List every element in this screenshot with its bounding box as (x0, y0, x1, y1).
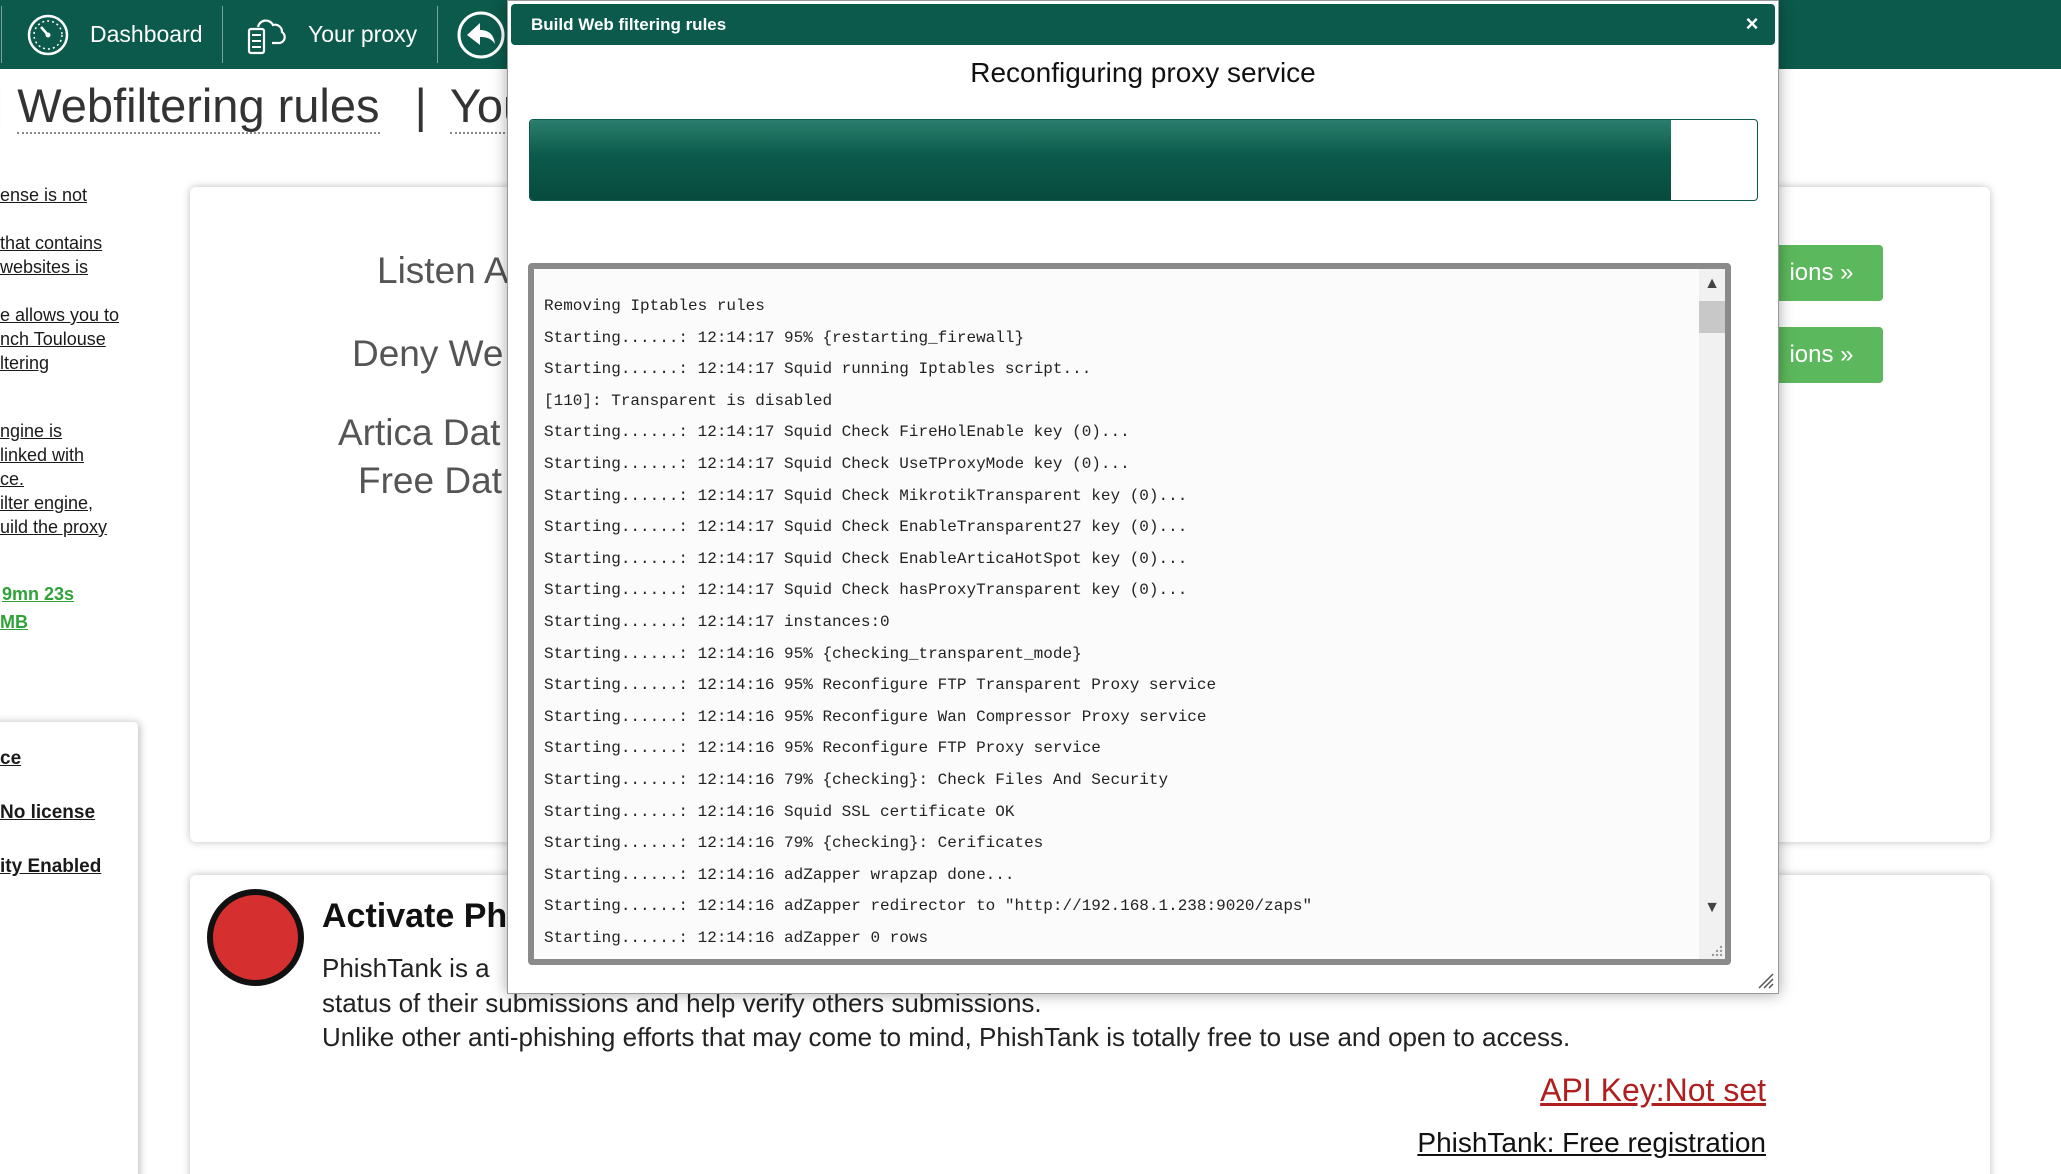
page-title: | Webfiltering rules | You (0, 78, 530, 138)
phishtank-description: PhishTank is a (322, 953, 490, 983)
log-line: Starting......: 12:14:17 Squid running I… (544, 360, 1092, 379)
close-icon[interactable]: × (1741, 13, 1763, 35)
dialog-heading: Reconfiguring proxy service (970, 57, 1316, 88)
title-separator: | (0, 79, 17, 132)
nav-dashboard[interactable]: Dashboard (26, 0, 203, 69)
scrollbar-thumb[interactable] (1699, 301, 1725, 333)
phishtank-status-indicator (207, 889, 304, 986)
log-line: Starting......: 12:14:16 adZapper wrapza… (544, 865, 1015, 884)
listen-address-label: Listen A (377, 250, 509, 291)
title-separator: | (414, 79, 427, 132)
sidebar-info-link[interactable]: that contains (0, 233, 102, 254)
phishtank-title: Activate Ph (322, 897, 508, 935)
nav-your-proxy-label: Your proxy (308, 21, 418, 47)
resize-grip-icon[interactable] (1709, 943, 1723, 957)
log-line: Starting......: 12:14:17 instances:0 (544, 612, 890, 631)
build-rules-dialog: Build Web filtering rules × Reconfigurin… (507, 0, 1779, 994)
nav-separator (222, 6, 223, 63)
log-line: Starting......: 12:14:16 95% Reconfigure… (544, 739, 1101, 758)
log-line: Starting......: 12:14:16 95% Reconfigure… (544, 707, 1207, 726)
nav-separator (437, 6, 438, 63)
dialog-resize-handle-icon[interactable] (1757, 972, 1775, 990)
free-registration-link[interactable]: PhishTank: Free registration (1417, 1127, 1766, 1159)
log-output-textarea[interactable]: Removing Iptables rules Starting......: 1… (528, 263, 1731, 965)
log-line: Starting......: 12:14:16 95% Reconfigure… (544, 676, 1217, 695)
sidebar-info-link[interactable]: e allows you to (0, 305, 119, 326)
sidebar-info-link[interactable]: ngine is (0, 421, 62, 442)
sidebar-info-link[interactable]: nch Toulouse (0, 329, 106, 350)
back-arrow-icon (457, 11, 505, 58)
back-button[interactable] (456, 0, 506, 69)
phishtank-description: Unlike other anti-phishing efforts that … (322, 1022, 1571, 1052)
log-line: Starting......: 12:14:16 Squid SSL certi… (544, 802, 1015, 821)
dashboard-gauge-icon (27, 14, 69, 55)
sidebar-license-link[interactable]: ense is not (0, 185, 87, 206)
log-line: Starting......: 12:14:16 adZapper 0 rows (544, 928, 929, 947)
sidebar-info-link[interactable]: ilter engine, (0, 493, 93, 514)
sidebar-info-link[interactable]: ltering (0, 353, 49, 374)
log-line: Starting......: 12:14:16 adZapper redire… (544, 897, 1313, 916)
log-lines: Removing Iptables rules Starting......: 1… (544, 291, 1704, 954)
left-panel-service-link[interactable]: ce (0, 748, 21, 770)
log-line: Starting......: 12:14:16 79% {checking}:… (544, 770, 1169, 789)
sidebar-info-link[interactable]: websites is (0, 257, 88, 278)
api-key-link[interactable]: API Key:Not set (1540, 1072, 1766, 1109)
artica-database-label: Artica Dat (338, 412, 501, 453)
progress-bar-fill (530, 120, 1672, 200)
sidebar-uptime-link[interactable]: 9mn 23s (2, 584, 74, 605)
log-line: Starting......: 12:14:16 79% {checking}:… (544, 834, 1044, 853)
sidebar-info-link[interactable]: ce. (0, 469, 24, 490)
dialog-title: Build Web filtering rules (531, 14, 727, 34)
deny-websites-label: Deny We (352, 333, 504, 374)
log-line: Removing Iptables rules (544, 297, 765, 315)
nav-dashboard-label: Dashboard (90, 21, 203, 47)
left-panel-security-link[interactable]: ity Enabled (0, 856, 101, 878)
log-line: Starting......: 12:14:16 95% {checking_t… (544, 644, 1082, 663)
sidebar-size-link[interactable]: MB (0, 612, 28, 633)
log-line: Starting......: 12:14:17 Squid Check Fir… (544, 423, 1130, 442)
log-line: Starting......: 12:14:17 Squid Check Mik… (544, 486, 1188, 505)
log-line: Starting......: 12:14:17 Squid Check Ena… (544, 518, 1188, 537)
dialog-titlebar[interactable]: Build Web filtering rules × (511, 4, 1775, 45)
log-line: Starting......: 12:14:17 Squid Check Ena… (544, 549, 1188, 568)
sidebar-info-link[interactable]: linked with (0, 445, 84, 466)
title-webfiltering-rules[interactable]: Webfiltering rules (17, 79, 380, 134)
log-line: [110]: Transparent is disabled (544, 391, 833, 410)
sidebar-info-link[interactable]: uild the proxy (0, 517, 107, 538)
progress-bar (529, 119, 1758, 201)
log-scrollbar[interactable]: ▲ ▼ (1699, 269, 1725, 959)
left-status-panel (0, 722, 138, 1174)
scroll-down-arrow-icon[interactable]: ▼ (1699, 899, 1725, 921)
scroll-up-arrow-icon[interactable]: ▲ (1699, 275, 1725, 297)
log-line: Starting......: 12:14:17 Squid Check has… (544, 581, 1188, 600)
nav-separator (1, 6, 2, 63)
log-line: Starting......: 12:14:17 Squid Check Use… (544, 454, 1130, 473)
proxy-cloud-server-icon (247, 18, 286, 54)
log-line: Starting......: 12:14:17 95% {restarting… (544, 328, 1025, 347)
left-panel-license-link[interactable]: No license (0, 802, 95, 824)
free-database-label: Free Dat (358, 460, 502, 501)
nav-your-proxy[interactable]: Your proxy (244, 0, 417, 69)
